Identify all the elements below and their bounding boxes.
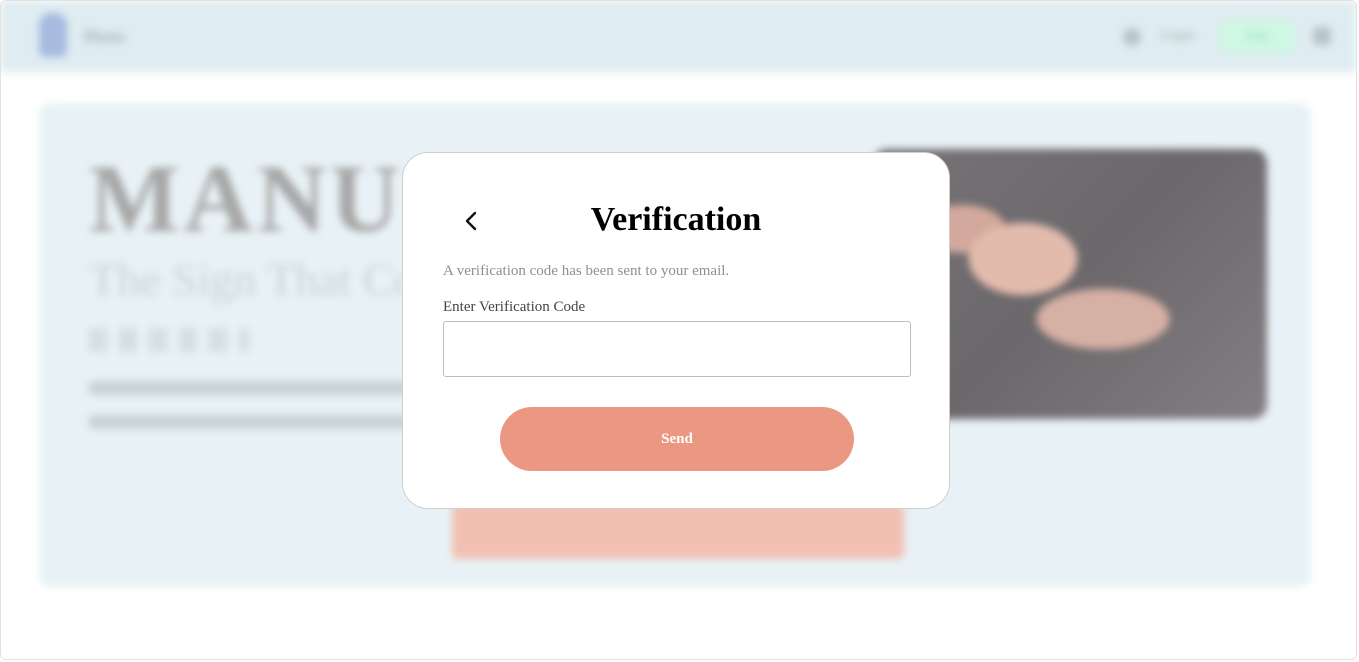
verification-modal: Verification A verification code has bee… [402,152,950,509]
verification-code-input[interactable] [443,321,911,377]
send-button[interactable]: Send [500,407,854,471]
page: Manu Login Join MANU The Sign That Conne… [0,0,1357,660]
modal-description: A verification code has been sent to you… [443,263,730,279]
modal-title: Verification [590,201,762,238]
verification-code-label: Enter Verification Code [443,299,586,315]
